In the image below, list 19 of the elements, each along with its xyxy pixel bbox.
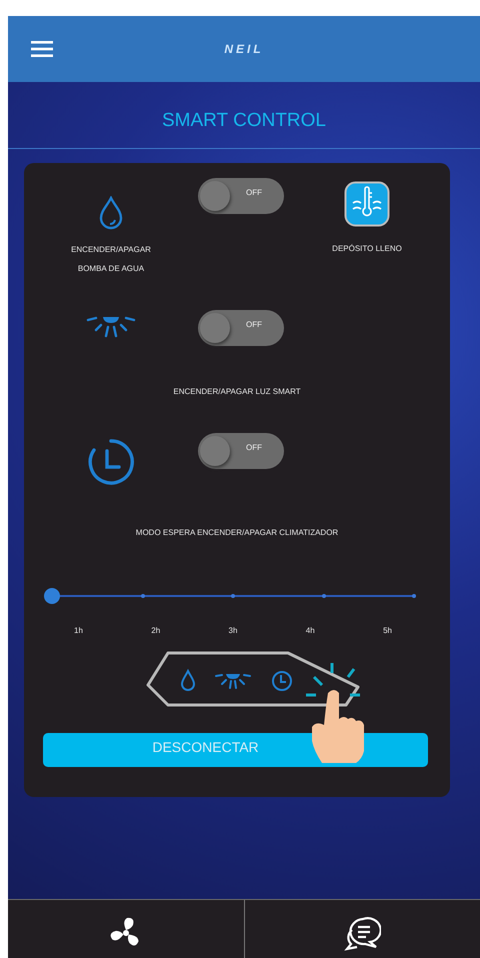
toggle-switch[interactable]: OFF — [198, 178, 284, 214]
clock-icon — [86, 437, 136, 487]
hour-label: 1h — [74, 626, 83, 635]
toggle-switch[interactable]: OFF — [198, 433, 284, 469]
lamp-icon — [86, 314, 136, 340]
brand-logo: NEIL — [224, 42, 264, 56]
status-label: DEPÓSITO LLENO — [332, 243, 402, 255]
hour-label: 4h — [306, 626, 315, 635]
chat-icon[interactable] — [343, 916, 382, 952]
menu-icon[interactable] — [31, 41, 53, 57]
control-label: ENCENDER/APAGAR BOMBA DE AGUA — [71, 244, 151, 275]
water-drop-icon — [98, 196, 124, 230]
hour-label: 5h — [383, 626, 392, 635]
page-title: SMART CONTROL — [162, 110, 326, 132]
hour-label: 3h — [228, 626, 238, 635]
control-label: ENCENDER/APAGAR LUZ SMART — [173, 386, 301, 398]
toggle-switch[interactable]: OFF — [198, 310, 284, 346]
control-label: MODO ESPERA ENCENDER/APAGAR CLIMATIZADOR — [136, 527, 338, 539]
hour-label: 2h — [151, 626, 160, 635]
